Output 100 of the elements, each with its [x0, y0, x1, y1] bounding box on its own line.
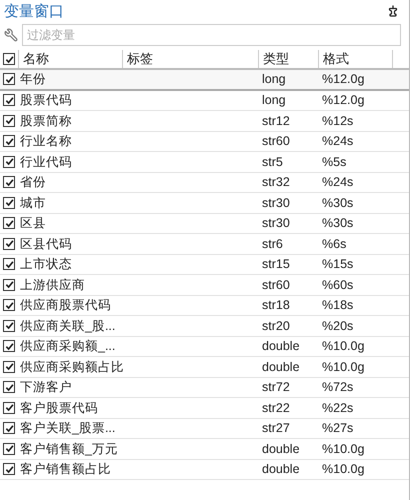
variable-type: long: [262, 72, 286, 86]
variable-format: %5s: [322, 154, 346, 169]
variable-name: 客户销售额占比: [20, 462, 111, 476]
variable-type: long: [262, 93, 286, 108]
checkbox[interactable]: [3, 258, 15, 270]
variable-format: %6s: [322, 236, 346, 251]
variable-type: str22: [262, 400, 290, 415]
variable-row[interactable]: 股票简称 str12 %12s: [0, 111, 409, 132]
variable-format: %60s: [322, 278, 354, 292]
checkbox[interactable]: [3, 196, 15, 209]
variable-name: 供应商采购额占比: [20, 360, 124, 374]
variable-row[interactable]: 上市状态 str15 %15s: [0, 254, 409, 275]
variable-format: %30s: [322, 196, 354, 210]
variable-row[interactable]: 客户销售额_万元 double %10.0g: [0, 439, 409, 460]
variable-type: str72: [262, 380, 290, 394]
variable-row[interactable]: 股票代码 long %12.0g: [0, 90, 409, 111]
variable-row[interactable]: 供应商关联_股... str20 %20s: [0, 316, 409, 336]
variable-format: %30s: [322, 216, 354, 230]
variable-type: double: [262, 339, 300, 354]
checkbox[interactable]: [3, 73, 15, 86]
variable-type: double: [262, 360, 300, 374]
variable-row[interactable]: 客户股票代码 str22 %22s: [0, 398, 409, 418]
variable-format: %10.0g: [322, 339, 364, 354]
variable-name: 供应商股票代码: [20, 298, 111, 312]
variable-name: 省份: [20, 175, 46, 190]
type-column-header[interactable]: 类型: [263, 49, 289, 69]
checkbox[interactable]: [3, 422, 15, 434]
variable-row[interactable]: 区县 str30 %30s: [0, 214, 409, 234]
variable-type: double: [262, 442, 300, 456]
checkbox[interactable]: [3, 442, 15, 455]
variable-row[interactable]: 年份 long %12.0g: [0, 70, 409, 90]
label-column-header[interactable]: 标签: [127, 49, 153, 69]
variable-format: %22s: [322, 400, 354, 415]
checkbox[interactable]: [3, 217, 15, 230]
format-column-header[interactable]: 格式: [323, 49, 349, 69]
checkbox[interactable]: [3, 94, 15, 106]
variable-format: %72s: [322, 380, 354, 394]
checkbox[interactable]: [3, 320, 15, 332]
checkbox[interactable]: [3, 238, 15, 250]
variable-format: %20s: [322, 318, 354, 333]
checkbox[interactable]: [3, 176, 15, 188]
variable-type: str6: [262, 236, 283, 251]
variable-type: double: [262, 462, 300, 476]
variable-row[interactable]: 城市 str30 %30s: [0, 193, 409, 214]
variable-format: %12.0g: [322, 93, 364, 108]
name-column-header[interactable]: 名称: [23, 49, 49, 69]
checkbox[interactable]: [3, 135, 15, 148]
variable-name: 年份: [20, 72, 46, 86]
variable-row[interactable]: 下游客户 str72 %72s: [0, 378, 409, 398]
variable-type: str27: [262, 421, 290, 436]
variable-type: str20: [262, 318, 290, 333]
variable-name: 客户关联_股票...: [20, 421, 116, 436]
variable-name: 供应商采购额_...: [20, 339, 116, 354]
variable-row[interactable]: 供应商股票代码 str18 %18s: [0, 296, 409, 316]
variable-type: str30: [262, 196, 290, 210]
variable-row[interactable]: 上游供应商 str60 %60s: [0, 275, 409, 296]
checkbox[interactable]: [3, 381, 15, 394]
variable-row[interactable]: 供应商采购额占比 double %10.0g: [0, 357, 409, 378]
variable-type: str12: [262, 114, 290, 128]
window-title: 变量窗口: [4, 4, 64, 18]
variable-type: str5: [262, 154, 283, 169]
variable-row[interactable]: 行业代码 str5 %5s: [0, 152, 409, 172]
variable-name: 上游供应商: [20, 278, 85, 292]
checkbox[interactable]: [3, 463, 15, 476]
pin-icon[interactable]: [387, 5, 399, 17]
checkbox[interactable]: [3, 340, 15, 352]
variable-format: %12s: [322, 114, 354, 128]
variable-format: %27s: [322, 421, 354, 436]
variable-name: 上市状态: [20, 257, 72, 272]
variable-name: 股票代码: [20, 93, 72, 108]
wrench-icon: [4, 28, 18, 42]
variable-name: 客户股票代码: [20, 400, 98, 415]
variable-name: 供应商关联_股...: [20, 318, 116, 333]
checkbox[interactable]: [3, 299, 15, 312]
checkbox[interactable]: [3, 402, 15, 414]
checkbox[interactable]: [3, 278, 15, 291]
checkbox[interactable]: [3, 114, 15, 127]
variable-format: %24s: [322, 175, 354, 190]
variable-row[interactable]: 客户关联_股票... str27 %27s: [0, 418, 409, 439]
variable-name: 区县代码: [20, 236, 72, 251]
checkbox[interactable]: [3, 156, 15, 168]
variable-name: 城市: [20, 196, 46, 210]
checkbox[interactable]: [3, 360, 15, 373]
variable-format: %10.0g: [322, 360, 364, 374]
checkbox[interactable]: [3, 53, 15, 65]
variable-name: 下游客户: [20, 380, 72, 394]
variable-type: str32: [262, 175, 290, 190]
variable-name: 客户销售额_万元: [20, 442, 118, 456]
variable-format: %24s: [322, 134, 354, 148]
variable-row[interactable]: 区县代码 str6 %6s: [0, 234, 409, 254]
variable-type: str60: [262, 134, 290, 148]
filter-field[interactable]: 过滤变量: [22, 24, 401, 46]
variable-type: str60: [262, 278, 290, 292]
variable-row[interactable]: 供应商采购额_... double %10.0g: [0, 336, 409, 357]
variable-name: 区县: [20, 216, 46, 230]
variable-format: %12.0g: [322, 72, 364, 86]
variable-row[interactable]: 客户销售额占比 double %10.0g: [0, 460, 409, 480]
variable-row[interactable]: 省份 str32 %24s: [0, 172, 409, 193]
variable-type: str18: [262, 298, 290, 312]
variable-row[interactable]: 行业名称 str60 %24s: [0, 132, 409, 152]
